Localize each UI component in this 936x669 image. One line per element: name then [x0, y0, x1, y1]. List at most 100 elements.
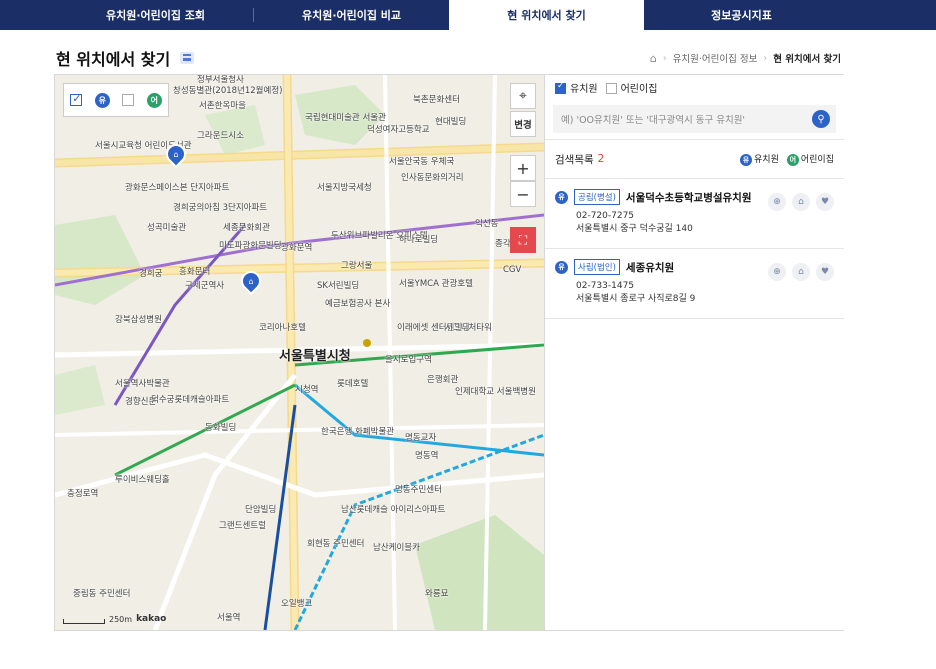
map-label: 구세군역사: [185, 281, 225, 291]
crosshair-icon: ⌖: [519, 88, 527, 104]
type-tag: 사립(법인): [574, 259, 620, 275]
current-location-button[interactable]: ⌖: [510, 83, 536, 109]
scale-bar: [63, 619, 105, 624]
heart-icon[interactable]: ♥: [816, 263, 834, 281]
map-label: 인사동문화의거리: [401, 173, 464, 183]
map-label: 예금보험공사 본사: [325, 299, 391, 309]
zoom-detail-icon[interactable]: ⊕: [768, 263, 786, 281]
heart-icon[interactable]: ♥: [816, 193, 834, 211]
kindergarten-badge-icon: 유: [94, 92, 110, 108]
home-icon[interactable]: ⌂: [792, 193, 810, 211]
breadcrumb-separator: ›: [662, 52, 667, 64]
map-label: 그랑서울: [341, 261, 373, 271]
map-label: 그라운드시소: [197, 131, 244, 141]
map-label: CGV: [503, 265, 522, 275]
map-label: SK서린빌딩: [317, 281, 360, 291]
map-label: 명동주민센터: [395, 485, 442, 495]
tab-find-nearby[interactable]: 현 위치에서 찾기: [449, 0, 644, 30]
search-input[interactable]: 예) 'OO유치원' 또는 '대구광역시 동구 유치원' ⚲: [553, 105, 836, 133]
kindergarten-checkbox-label[interactable]: 유치원: [555, 80, 598, 95]
legend-daycare: 어린이집: [800, 155, 834, 165]
map-label: 루이비스웨딩홀: [115, 475, 170, 485]
map-label: 세종문화회관: [223, 223, 270, 233]
type-filter: 유치원 어린이집: [545, 75, 844, 99]
facility-name[interactable]: 세종유치원: [626, 260, 674, 275]
zoom-out-button[interactable]: −: [510, 181, 536, 207]
daycare-checkbox[interactable]: [605, 83, 617, 94]
facility-phone: 02-733-1475: [576, 281, 635, 291]
daycare-badge-icon: 어: [146, 92, 162, 108]
map-label: 오일뱅크: [281, 599, 313, 609]
map-label: 을지로입구역: [385, 355, 432, 365]
map-label: 충정로역: [67, 489, 99, 499]
daycare-label: 어린이집: [620, 83, 658, 95]
zoom-in-button[interactable]: +: [510, 155, 536, 181]
map-label: 광화문역: [281, 243, 313, 253]
type-tag: 공립(병설): [574, 189, 620, 205]
breadcrumb-item[interactable]: 유치원·어린이집 정보: [673, 51, 758, 65]
fullscreen-icon: ⛶: [518, 232, 528, 247]
result-count: 2: [597, 153, 605, 165]
facility-address: 서울특별시 중구 덕수궁길 140: [576, 224, 693, 234]
change-location-button[interactable]: 변경: [510, 111, 536, 137]
map-label: 시그니처타워: [445, 323, 492, 333]
map-label-city-hall: 서울특별시청: [279, 349, 351, 364]
kindergarten-label: 유치원: [570, 83, 598, 95]
map-label: 그랜드센트럴: [219, 521, 266, 531]
map-label: 덕성여자고등학교: [367, 125, 430, 135]
map-label: 경희궁: [139, 269, 163, 279]
map-label: 하나로빌딩: [399, 235, 439, 245]
tab-search[interactable]: 유치원·어린이집 조회: [58, 0, 253, 30]
map-label: 서울지방국세청: [317, 183, 372, 193]
facility-name[interactable]: 서울덕수초등학교병설유치원: [626, 190, 752, 205]
breadcrumb-separator: ›: [763, 52, 768, 64]
kindergarten-checkbox[interactable]: [555, 81, 566, 94]
map-label: 인제대학교 서울백병원: [455, 387, 536, 397]
map-kindergarten-checkbox[interactable]: [70, 92, 83, 106]
map-label: 시청역: [295, 385, 319, 395]
map-daycare-checkbox[interactable]: [122, 94, 135, 106]
map-label: 강북삼성병원: [115, 315, 162, 325]
map-scale: 250m kakao: [63, 614, 166, 624]
map-label: 국립현대미술관 서울관: [305, 113, 386, 123]
daycare-checkbox-label[interactable]: 어린이집: [605, 80, 658, 95]
kindergarten-badge-icon: 유: [555, 260, 568, 274]
map[interactable]: 정부서울청사 창성동별관(2018년12월예정) 서촌한옥마을 국립현대미술관 …: [55, 75, 544, 630]
map-label: 단암빌딩: [245, 505, 277, 515]
fullscreen-button[interactable]: ⛶: [510, 227, 536, 253]
map-label: 서울YMCA 관광호텔: [399, 279, 473, 289]
map-label: 중림동 주민센터: [73, 589, 131, 599]
print-icon[interactable]: [180, 52, 195, 64]
map-label: 경희궁의아침 3단지아파트: [173, 203, 268, 213]
kakao-logo: kakao: [136, 614, 167, 624]
tab-disclosure[interactable]: 정보공시지표: [644, 0, 839, 30]
map-label: 남산롯데캐슬 아이리스아파트: [341, 505, 446, 515]
legend-kindergarten: 유치원: [754, 155, 779, 165]
list-item[interactable]: 유 사립(법인) 세종유치원 02-733-1475 서울특별시 종로구 사직로…: [545, 249, 844, 319]
map-label: 명동역: [415, 451, 439, 461]
map-label: 롯데호텔: [337, 379, 369, 389]
map-label: 명동교자: [405, 433, 437, 443]
tab-compare[interactable]: 유치원·어린이집 비교: [254, 0, 449, 30]
home-icon[interactable]: ⌂: [650, 52, 657, 65]
list-header: 검색목록 2 유 유치원 어 어린이집: [545, 139, 844, 179]
kindergarten-marker-icon: ⌂: [248, 276, 254, 286]
map-label: 현대빌딩: [435, 117, 467, 127]
map-label: 한국은행 화폐박물관: [321, 427, 395, 437]
page-title-row: 현 위치에서 찾기: [56, 46, 195, 70]
map-label: 성곡미술관: [147, 223, 187, 233]
map-label: 와룡묘: [425, 589, 449, 599]
map-label: 코리아나호텔: [259, 323, 306, 333]
home-icon[interactable]: ⌂: [792, 263, 810, 281]
zoom-detail-icon[interactable]: ⊕: [768, 193, 786, 211]
list-item[interactable]: 유 공립(병설) 서울덕수초등학교병설유치원 02-720-7275 서울특별시…: [545, 179, 844, 249]
map-label: 서촌한옥마을: [199, 101, 246, 111]
map-label: 은행회관: [427, 375, 459, 385]
kindergarten-marker-icon: ⌂: [173, 149, 179, 159]
map-label: 동화빌딩: [205, 423, 237, 433]
map-label: 광화문스페이스본 단지아파트: [125, 183, 230, 193]
search-button[interactable]: ⚲: [812, 110, 830, 128]
search-placeholder: 예) 'OO유치원' 또는 '대구광역시 동구 유치원': [561, 115, 746, 126]
map-label: 서울안국동 우체국: [389, 157, 455, 167]
breadcrumb: ⌂ › 유치원·어린이집 정보 › 현 위치에서 찾기: [650, 51, 841, 66]
